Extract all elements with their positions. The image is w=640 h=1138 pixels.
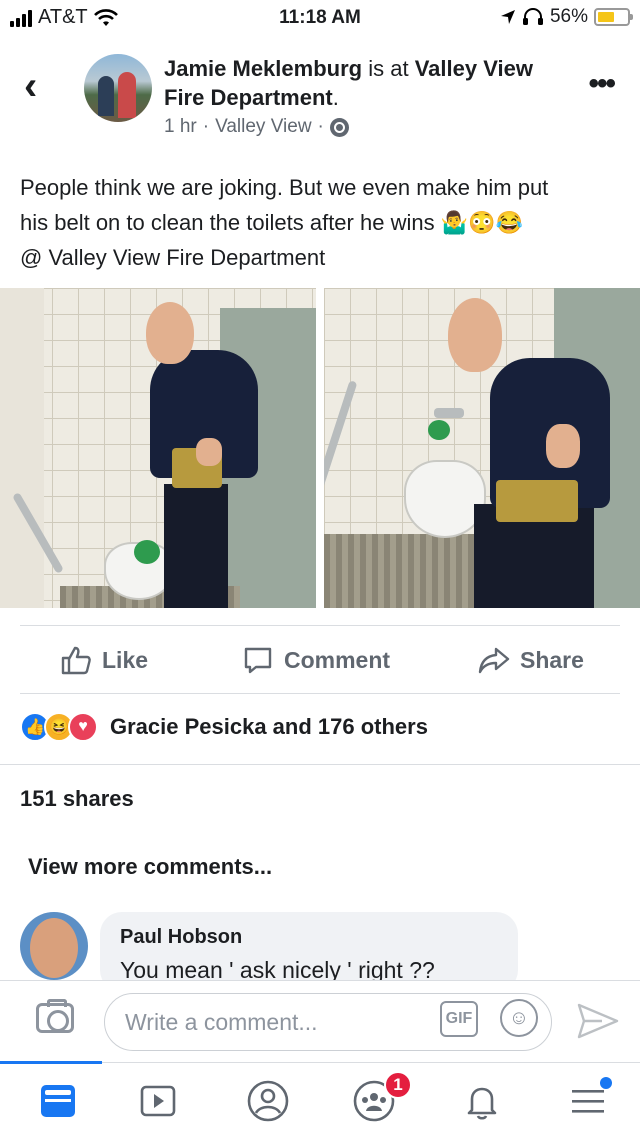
place-suffix: . [332,85,339,110]
battery-icon [594,8,633,26]
send-icon[interactable] [576,1001,620,1041]
news-feed-tab[interactable] [34,1077,82,1125]
share-button[interactable]: Share [478,644,584,676]
active-tab-indicator [0,1061,102,1064]
post-location[interactable]: Valley View [215,116,311,138]
post-time[interactable]: 1 hr [164,116,197,138]
like-label: Like [102,646,149,673]
camera-icon[interactable] [36,999,74,1033]
back-button[interactable]: ‹ [24,66,37,106]
watch-icon [140,1085,176,1117]
author-avatar[interactable] [84,54,152,122]
comment-label: Comment [284,646,391,673]
emoji-icon[interactable]: ☺ [500,999,538,1037]
post-actions: Like Comment Share [0,626,640,694]
post-header: Jamie Meklemburg is at Valley View Fire … [164,54,544,112]
meta-separator: · [202,116,210,137]
share-label: Share [520,646,584,673]
comment-icon [244,647,272,674]
love-reaction-icon: ♥ [68,712,98,742]
location-icon [500,10,515,24]
groups-badge: 1 [384,1071,412,1099]
divider [20,693,620,694]
post-text-line-1: People think we are joking. But we even … [20,175,549,200]
notifications-tab[interactable] [458,1077,506,1125]
commenter-avatar[interactable] [20,912,88,980]
battery-percent: 56% [549,6,588,27]
gif-button[interactable]: GIF [440,1001,478,1037]
post-photo-1[interactable] [0,288,316,608]
profile-tab[interactable] [244,1077,292,1125]
like-button[interactable]: Like [60,644,148,676]
watch-tab[interactable] [134,1077,182,1125]
view-more-comments[interactable]: View more comments... [28,854,272,880]
comment-input[interactable]: Write a comment... [104,993,552,1051]
reaction-names: Gracie Pesicka and 176 others [110,714,428,739]
reactions-summary[interactable]: 👍 😆 ♥ Gracie Pesicka and 176 others [20,712,428,742]
author-name[interactable]: Jamie Meklemburg [164,56,362,81]
more-options-icon[interactable]: ••• [588,69,615,99]
shares-count[interactable]: 151 shares [20,786,134,812]
globe-icon [329,117,349,137]
share-icon [478,647,510,674]
headphones-icon [522,8,543,25]
commenter-name[interactable]: Paul Hobson [120,926,498,949]
is-at-label: is at [368,56,409,81]
post-text-line-2: his belt on to clean the toilets after h… [20,205,620,240]
meta-separator-2: · [317,116,324,137]
tab-bar: 1 [0,1061,640,1138]
comment-composer: Write a comment... GIF ☺ [0,980,640,1062]
comment-button[interactable]: Comment [242,644,390,676]
menu-notification-dot [600,1077,612,1089]
post-meta: 1 hr · Valley View · [164,116,349,138]
bell-icon [467,1087,497,1120]
post-photo-2[interactable] [324,288,640,608]
status-bar: AT&T 11:18 AM 56% [0,0,640,36]
news-feed-icon [41,1085,75,1117]
post-text: People think we are joking. But we even … [20,170,620,275]
post-text-line-2-text: his belt on to clean the toilets after h… [20,210,435,235]
status-right: 56% [500,6,633,28]
post-text-line-3[interactable]: @ Valley View Fire Department [20,240,620,275]
post-emojis: 🤷‍♂️😳😂 [440,210,523,235]
divider [0,764,640,765]
profile-icon [247,1080,289,1122]
thumbs-up-icon [61,646,91,675]
